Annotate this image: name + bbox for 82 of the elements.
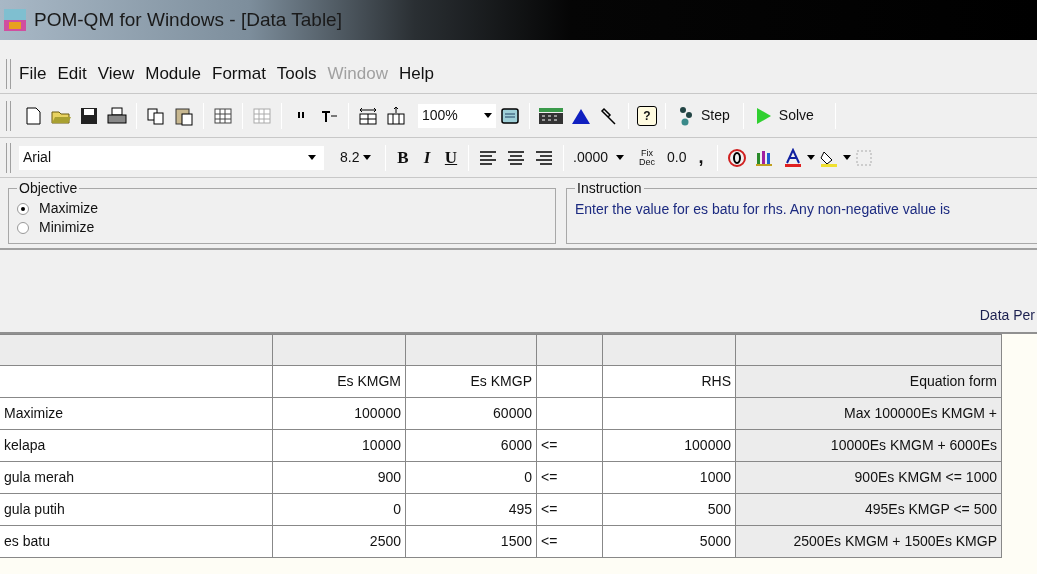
table-cell: 6000 xyxy=(405,430,537,462)
table-cell: 60000 xyxy=(405,398,537,430)
table-cell: 2500Es KMGM + 1500Es KMGP xyxy=(735,526,1002,558)
zoom-combo[interactable]: 100% xyxy=(418,103,496,128)
table-cell xyxy=(536,398,603,430)
radio-option[interactable]: Minimize xyxy=(17,218,547,237)
table-cell: 0 xyxy=(272,494,406,526)
group-title: Instruction xyxy=(576,179,643,198)
paste-icon[interactable] xyxy=(173,105,195,126)
caret-icon[interactable] xyxy=(484,113,492,118)
table-cell: 500 xyxy=(602,494,736,526)
row-label: es batu xyxy=(0,526,273,558)
row-height-icon[interactable] xyxy=(385,105,407,126)
table-cell: 495 xyxy=(405,494,537,526)
window-title: POM-QM for Windows - [Data Table] xyxy=(34,7,342,32)
menu-item[interactable]: View xyxy=(97,60,135,87)
column-heading: RHS xyxy=(602,366,736,398)
column-heading: Es KMGP xyxy=(405,366,537,398)
column-heading xyxy=(536,366,603,398)
table-cell: 100000 xyxy=(272,398,406,430)
table-cell: 10000 xyxy=(272,430,406,462)
table-cell: 0 xyxy=(405,462,537,494)
bold-button[interactable]: B xyxy=(391,144,415,171)
data-label: Data Per xyxy=(979,306,1036,325)
font-size-combo[interactable]: 8.2 xyxy=(336,145,380,170)
caret-icon[interactable] xyxy=(363,155,372,160)
caret-icon[interactable] xyxy=(616,155,625,160)
calculator-icon[interactable] xyxy=(538,105,564,126)
menu-item[interactable]: Tools xyxy=(276,60,317,87)
row-label: Maximize xyxy=(0,398,273,430)
menu-item[interactable]: File xyxy=(19,60,47,87)
app-logo-icon xyxy=(4,9,26,31)
row-label: gula putih xyxy=(0,494,273,526)
monitor-icon[interactable] xyxy=(499,105,521,126)
caret-icon[interactable] xyxy=(806,155,815,160)
row-label: gula merah xyxy=(0,462,273,494)
table-cell: <= xyxy=(536,462,603,494)
table-cell: 1000 xyxy=(602,462,736,494)
group-title: Objective xyxy=(18,179,79,198)
radio-option[interactable]: Maximize xyxy=(17,199,547,218)
radio-button[interactable] xyxy=(17,202,29,215)
caret-icon[interactable] xyxy=(308,155,316,160)
table-cell: 1500 xyxy=(405,526,537,558)
menu-item[interactable]: Module xyxy=(145,60,201,87)
print-icon[interactable] xyxy=(106,105,128,126)
radio-button[interactable] xyxy=(17,221,29,234)
solve-button[interactable]: Solve xyxy=(748,101,830,130)
column-heading: Es KMGM xyxy=(272,366,406,398)
italic-button[interactable]: I xyxy=(415,144,439,171)
decimal-button[interactable]: 0.0 xyxy=(667,147,687,168)
grid-icon[interactable] xyxy=(212,105,234,126)
column-width-icon[interactable] xyxy=(357,105,379,126)
menu-item[interactable]: Format xyxy=(212,60,266,87)
table-cell: 10000Es KMGM + 6000Es xyxy=(735,430,1002,462)
table-cell: 900Es KMGM <= 1000 xyxy=(735,462,1002,494)
table-cell: <= xyxy=(536,494,603,526)
number-format-combo[interactable]: .0000 xyxy=(569,145,631,170)
save-icon[interactable] xyxy=(78,105,100,126)
table-cell: <= xyxy=(536,430,603,462)
step-button[interactable]: Step xyxy=(671,101,738,130)
instruction-text: Enter the value for es batu for rhs. Any non-negative value is xyxy=(575,200,952,219)
table-cell: 900 xyxy=(272,462,406,494)
menu-item[interactable]: Help xyxy=(399,60,434,87)
row-label: kelapa xyxy=(0,430,273,462)
column-heading: Equation form xyxy=(735,366,1002,398)
no-zero-icon[interactable] xyxy=(725,147,748,168)
underline-button[interactable]: U xyxy=(439,144,463,171)
help-button[interactable]: ? xyxy=(637,105,657,126)
fix-decimal-button[interactable]: Fix Dec xyxy=(639,148,655,167)
comma-button[interactable]: , xyxy=(698,144,704,171)
font-combo[interactable]: Arial xyxy=(19,145,324,170)
table-cell: 495Es KMGP <= 500 xyxy=(735,494,1002,526)
footsteps-icon xyxy=(679,105,693,126)
table-cell: 5000 xyxy=(602,526,736,558)
menu-item[interactable]: Edit xyxy=(57,60,87,87)
copy-icon[interactable] xyxy=(145,105,167,126)
table-cell: Max 100000Es KMGM + xyxy=(735,398,1002,430)
table-cell: 2500 xyxy=(272,526,406,558)
table-cell: 100000 xyxy=(602,430,736,462)
table-cell: <= xyxy=(536,526,603,558)
caret-icon[interactable] xyxy=(842,155,851,160)
play-icon xyxy=(756,107,771,124)
